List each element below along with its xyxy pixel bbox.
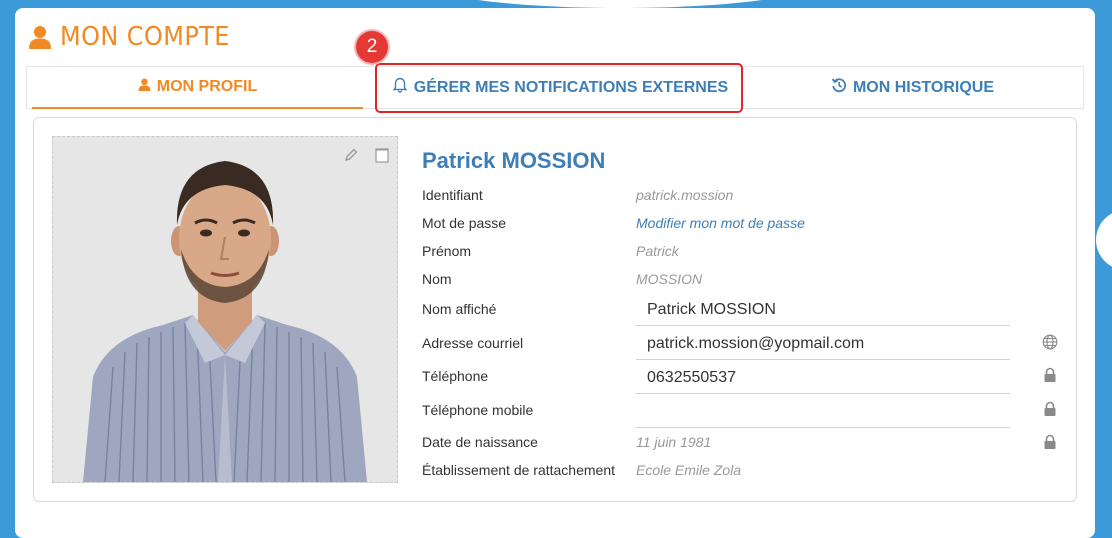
globe-icon[interactable]	[1042, 334, 1058, 350]
tab-mon-profil[interactable]: MON PROFIL	[32, 67, 363, 109]
value-nom: MOSSION	[636, 271, 703, 287]
label-identifiant: Identifiant	[422, 187, 483, 203]
profile-photo[interactable]	[52, 136, 398, 483]
label-prenom: Prénom	[422, 243, 472, 259]
label-mot-de-passe: Mot de passe	[422, 215, 507, 231]
value-prenom: Patrick	[636, 243, 679, 259]
lock-icon[interactable]	[1042, 401, 1058, 417]
label-adresse-courriel: Adresse courriel	[422, 335, 524, 351]
label-telephone: Téléphone	[422, 368, 489, 384]
tab-mon-historique[interactable]: MON HISTORIQUE	[747, 67, 1078, 108]
value-identifiant: patrick.mossion	[636, 187, 734, 203]
profile-photo-image	[53, 137, 397, 482]
value-date-de-naissance: 11 juin 1981	[636, 434, 712, 450]
step-badge: 2	[356, 31, 388, 63]
lock-icon[interactable]	[1042, 434, 1058, 450]
profile-full-name: Patrick MOSSION	[422, 148, 606, 173]
label-etablissement: Établissement de rattachement	[422, 462, 615, 478]
delete-photo-icon[interactable]	[375, 147, 389, 168]
value-etablissement: Ecole Emile Zola	[636, 462, 742, 478]
email-input[interactable]: patrick.mossion@yopmail.com	[636, 327, 1010, 360]
background-cloud	[430, 0, 810, 8]
label-nom-affiche: Nom affiché	[422, 301, 497, 317]
pencil-icon[interactable]	[343, 147, 359, 168]
tab-label: MON PROFIL	[156, 78, 258, 95]
background-cloud	[1096, 210, 1112, 270]
mobile-phone-input[interactable]	[636, 395, 1010, 428]
page-title: MON COMPTE	[28, 22, 245, 52]
phone-input[interactable]: 0632550537	[636, 361, 1010, 394]
user-icon	[28, 25, 52, 49]
user-icon	[138, 78, 151, 96]
history-icon	[831, 77, 847, 98]
label-telephone-mobile: Téléphone mobile	[422, 402, 534, 418]
photo-tools	[343, 147, 389, 168]
lock-icon[interactable]	[1042, 367, 1058, 383]
display-name-input[interactable]: Patrick MOSSION	[636, 293, 1010, 326]
change-password-link[interactable]: Modifier mon mot de passe	[636, 215, 805, 231]
tab-highlight-frame	[375, 63, 743, 113]
page-title-text: MON COMPTE	[60, 22, 230, 52]
tab-label: MON HISTORIQUE	[852, 78, 995, 96]
label-date-de-naissance: Date de naissance	[422, 434, 538, 450]
label-nom: Nom	[422, 271, 452, 287]
